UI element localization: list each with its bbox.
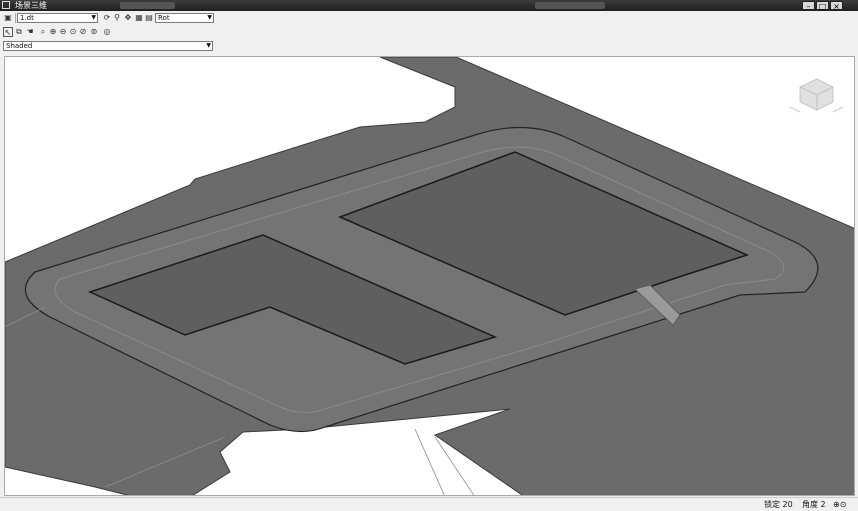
zoom-all-icon[interactable]: ⊚ xyxy=(89,27,99,37)
chevron-down-icon: ▼ xyxy=(206,42,211,49)
visual-style-value: Shaded xyxy=(6,42,33,50)
title-bar-decoration xyxy=(535,2,605,9)
toolbar-row-3: Shaded ▼ xyxy=(0,40,858,52)
status-item-2: 角度 2 xyxy=(802,500,826,509)
status-icons[interactable]: ⊕⊙ xyxy=(833,499,846,510)
grid-icon[interactable]: ▦ xyxy=(134,13,144,23)
rotate-icon[interactable]: ⟳ xyxy=(102,13,112,23)
status-bar: 锁定 20 角度 2 ⊕⊙ xyxy=(0,497,858,511)
terrain-model xyxy=(5,57,854,495)
save-icon[interactable]: ▣ xyxy=(3,13,13,23)
view-combo[interactable]: Rot ▼ xyxy=(155,13,214,23)
layer-combo-value: 1.dt xyxy=(20,14,34,22)
zoom-out-icon[interactable]: ⊖ xyxy=(58,27,68,37)
orbit-icon[interactable]: ◎ xyxy=(102,27,112,37)
pan-icon[interactable]: ✥ xyxy=(123,13,133,23)
chevron-down-icon: ▼ xyxy=(207,14,212,21)
zoom-window-icon[interactable]: ⌕ xyxy=(38,27,48,37)
zoom-icon[interactable]: ⚲ xyxy=(112,13,122,23)
toolbar-separator xyxy=(15,13,16,23)
view-cube-icon[interactable] xyxy=(789,78,844,113)
app-icon xyxy=(2,1,10,9)
toolbar-row-1: ▣ 1.dt ▼ ⟳ ⚲ ✥ ▦ ▤ Rot ▼ xyxy=(0,12,858,25)
3d-viewport[interactable] xyxy=(4,56,855,496)
close-button[interactable]: × xyxy=(830,1,843,11)
view-combo-value: Rot xyxy=(158,14,170,22)
hand-icon[interactable]: ☚ xyxy=(25,27,35,37)
maximize-button[interactable]: □ xyxy=(816,1,829,11)
zoom-in-icon[interactable]: ⊕ xyxy=(48,27,58,37)
window-title: 场景三维 xyxy=(15,1,47,10)
layer-combo[interactable]: 1.dt ▼ xyxy=(17,13,98,23)
toolbar-row-2: ↖ ⧉ ☚ ⌕ ⊕ ⊖ ⊙ ⊘ ⊚ ◎ xyxy=(0,26,858,38)
status-item-1: 锁定 20 xyxy=(764,500,793,509)
title-bar-decoration xyxy=(120,2,175,9)
select-icon[interactable]: ↖ xyxy=(3,27,13,37)
chevron-down-icon: ▼ xyxy=(91,14,96,21)
title-bar: 场景三维 – □ × xyxy=(0,0,858,11)
visual-style-combo[interactable]: Shaded ▼ xyxy=(3,41,213,51)
copy-icon[interactable]: ⧉ xyxy=(14,27,24,37)
zoom-extents-icon[interactable]: ⊙ xyxy=(68,27,78,37)
layout-icon[interactable]: ▤ xyxy=(144,13,154,23)
minimize-button[interactable]: – xyxy=(802,1,815,11)
zoom-previous-icon[interactable]: ⊘ xyxy=(78,27,88,37)
